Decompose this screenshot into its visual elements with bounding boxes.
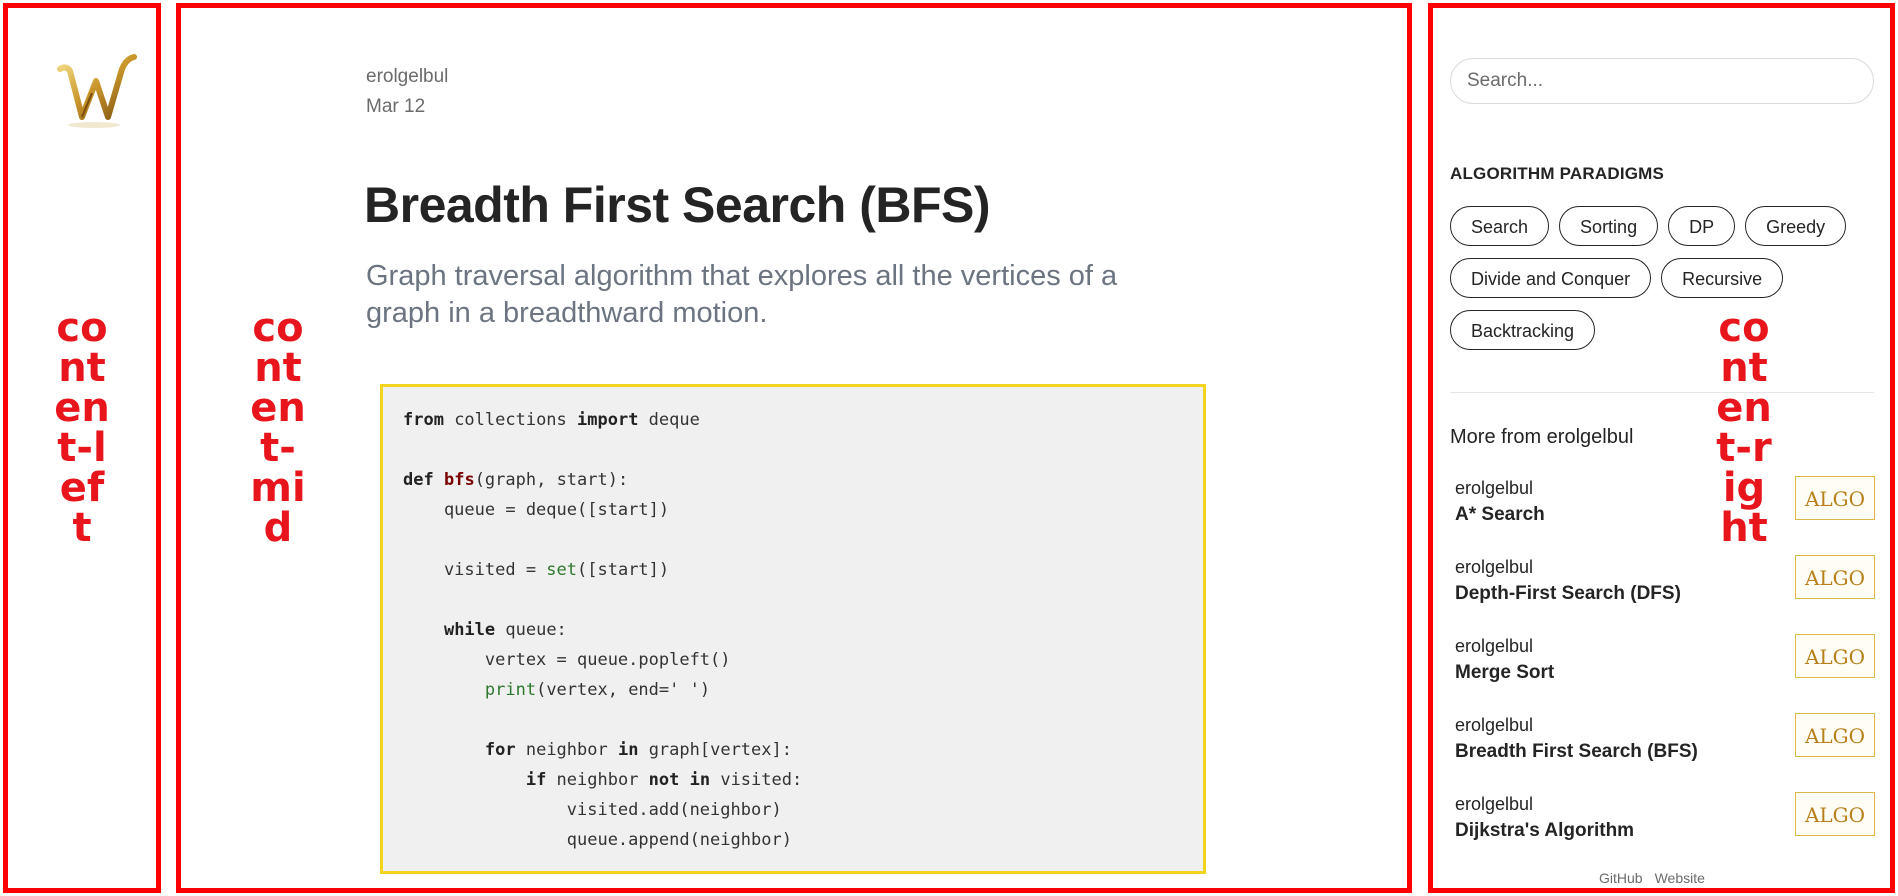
post-title: A* Search: [1455, 504, 1545, 525]
post-item[interactable]: erolgelbul Merge Sort ALGO: [1455, 634, 1875, 694]
chip-backtracking[interactable]: Backtracking: [1450, 310, 1596, 350]
post-title: Breadth First Search (BFS): [1455, 741, 1698, 762]
post-author: erolgelbul: [1455, 478, 1534, 498]
post-item[interactable]: erolgelbul Dijkstra's Algorithm ALGO: [1455, 792, 1875, 852]
post-author: erolgelbul: [1455, 636, 1534, 656]
post-title: Depth-First Search (DFS): [1455, 583, 1681, 604]
post-title: Dijkstra's Algorithm: [1455, 820, 1635, 841]
post-thumbnail: ALGO: [1795, 792, 1875, 836]
chip-dp[interactable]: DP: [1668, 206, 1736, 246]
article-date: Mar 12: [366, 96, 426, 117]
paradigm-chips: Search Sorting DP Greedy Divide and Conq…: [1450, 206, 1880, 350]
chip-search[interactable]: Search: [1450, 206, 1550, 246]
code-block[interactable]: from collections import deque def bfs(gr…: [380, 384, 1206, 874]
chip-sorting[interactable]: Sorting: [1559, 206, 1659, 246]
more-from-heading: More from erolgelbul: [1450, 426, 1634, 448]
footer-link-website[interactable]: Website: [1655, 870, 1705, 886]
annotation-content-left: content-left: [54, 305, 110, 551]
post-author: erolgelbul: [1455, 715, 1534, 735]
sidebar-footer: GitHub Website: [1599, 870, 1717, 886]
post-title: Merge Sort: [1455, 662, 1555, 683]
article-title: Breadth First Search (BFS): [364, 177, 991, 233]
post-thumbnail: ALGO: [1795, 555, 1875, 599]
post-author: erolgelbul: [1455, 794, 1534, 814]
algo-logo-text: ALGO: [1804, 566, 1865, 590]
article-meta: erolgelbul Mar 12: [366, 62, 448, 122]
sidebar-divider: [1450, 392, 1874, 393]
post-thumbnail: ALGO: [1795, 476, 1875, 520]
post-thumbnail: ALGO: [1795, 634, 1875, 678]
w-monogram-logo-icon[interactable]: [52, 47, 138, 133]
article-author[interactable]: erolgelbul: [366, 62, 448, 92]
annotation-content-mid: content-mid: [250, 305, 306, 551]
post-author: erolgelbul: [1455, 557, 1534, 577]
code-content: from collections import deque def bfs(gr…: [403, 410, 803, 850]
post-item[interactable]: erolgelbul Breadth First Search (BFS) AL…: [1455, 713, 1875, 773]
article-subtitle: Graph traversal algorithm that explores …: [366, 260, 1118, 329]
post-item[interactable]: erolgelbul A* Search ALGO: [1455, 476, 1875, 536]
algo-logo-text: ALGO: [1804, 487, 1865, 511]
search-input[interactable]: [1450, 58, 1874, 104]
chip-divide-and-conquer[interactable]: Divide and Conquer: [1450, 258, 1652, 298]
post-thumbnail: ALGO: [1795, 713, 1875, 757]
algo-logo-text: ALGO: [1804, 724, 1865, 748]
paradigms-heading: ALGORITHM PARADIGMS: [1450, 164, 1665, 183]
algo-logo-text: ALGO: [1804, 803, 1865, 827]
post-item[interactable]: erolgelbul Depth-First Search (DFS) ALGO: [1455, 555, 1875, 615]
algo-logo-text: ALGO: [1804, 645, 1865, 669]
chip-recursive[interactable]: Recursive: [1661, 258, 1784, 298]
chip-greedy[interactable]: Greedy: [1745, 206, 1847, 246]
footer-link-github[interactable]: GitHub: [1599, 870, 1643, 886]
